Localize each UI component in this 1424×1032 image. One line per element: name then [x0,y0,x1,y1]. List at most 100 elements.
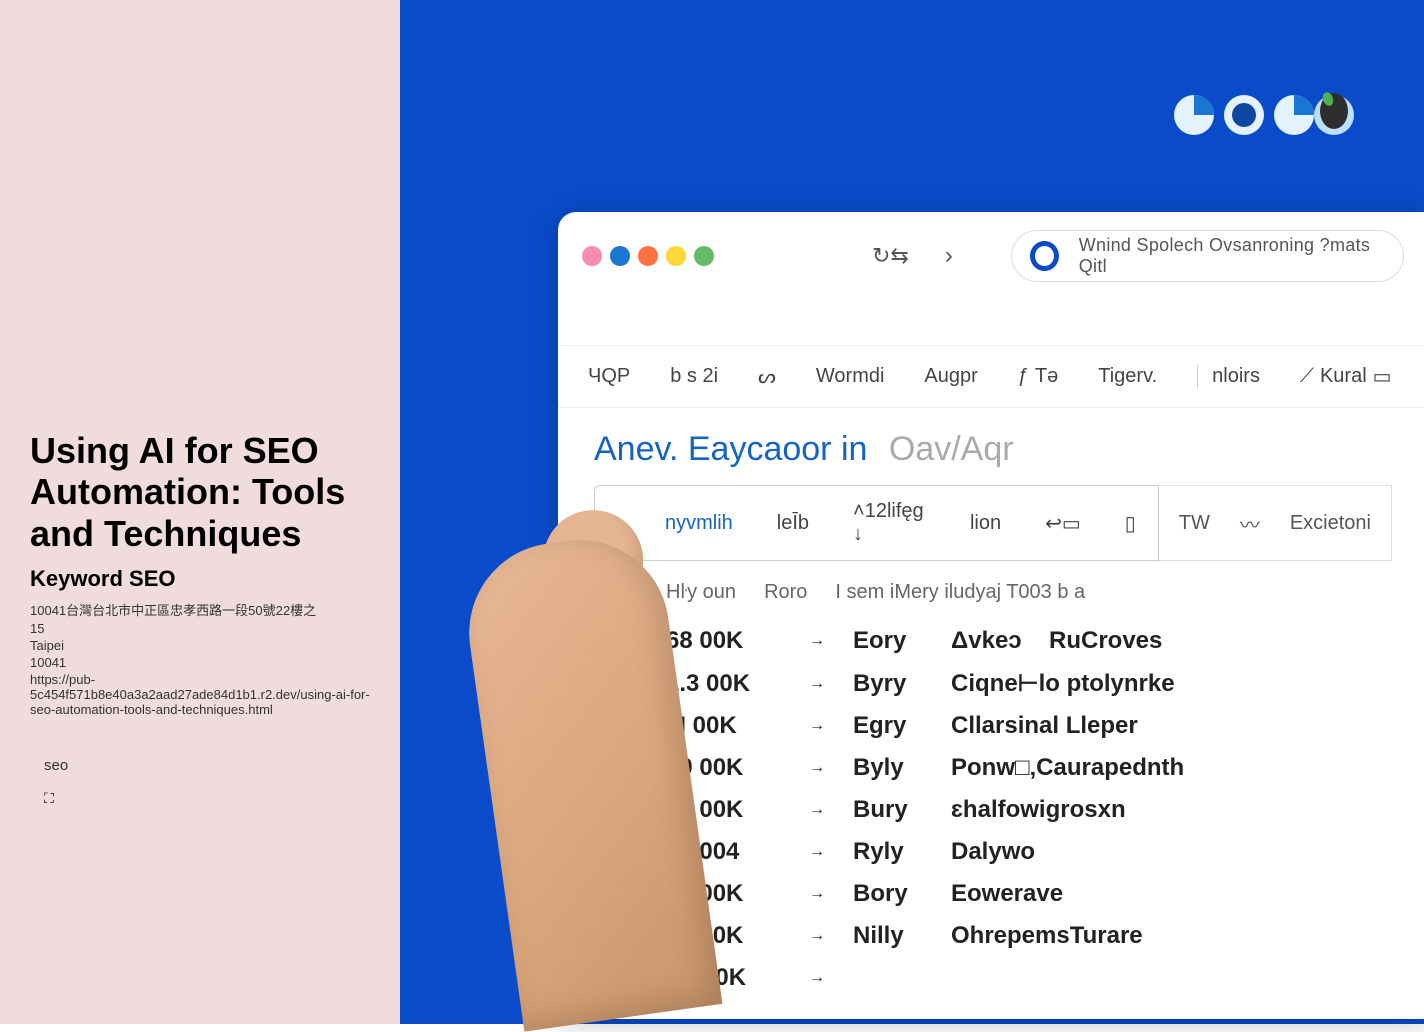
filter-main: nyvmlih leĪb ˄12lifęg ↓ lion ↩▭ ▯ [594,485,1159,561]
table-row[interactable]: 8I 00K → Egry Cllarsinal Lleper [666,705,1392,747]
arrow-icon: → [809,969,825,987]
filter-aside: TW 〰 Excietoni [1159,485,1392,561]
heading-secondary: Oav/Aqr [889,430,1014,468]
arrow-icon: → [809,801,825,819]
row-count: 80 00K [666,754,781,782]
address-line-1: 10041台灣台北市中正區忠孝西路一段50號22樓之 [30,600,370,619]
row-count: 80 00K [666,922,781,950]
dot-icon [582,246,602,266]
row-mid: Nilly [853,922,923,950]
traffic-lights [582,246,714,266]
heading-primary: Anev. Еaycaoor in [594,430,867,468]
table-header: Hŀy oun Roro I sem iMery iludyaj T003 b … [558,571,1424,614]
page-title: Using AI for SEO Automation: Tools and T… [30,430,370,554]
arrow-icon: → [809,759,825,777]
expand-icon[interactable]: ⛶ [44,790,370,807]
table-row[interactable]: 80 00K → Nilly OhrepemsTurare [666,915,1392,957]
arrow-icon: → [809,927,825,945]
filter-tw[interactable]: TW [1179,512,1210,535]
filter-segment[interactable]: leĪb [755,498,831,549]
data-list: 68 00K → Eory Δvkeɔ RuCroves 1.3 00K → Byry Ciqn… [558,614,1424,1019]
table-row[interactable]: 8E 00K → [666,957,1392,999]
row-mid: Egry [853,712,923,740]
arrow-icon: → [809,885,825,903]
content-heading: Anev. Еaycaoor in Oav/Aqr [558,408,1424,481]
search-circle-icon [1030,241,1059,271]
tabs-row: ЧQP b s 2i ᔕ Wormdi Augpr ƒ Tə Tigerv. n… [558,346,1424,408]
tab-item[interactable]: Augpr [924,365,977,388]
left-sidebar: Using AI for SEO Automation: Tools and T… [0,0,400,1024]
dot-icon [666,246,686,266]
row-desc: Ciqne⊢lo ptolynrke [951,669,1175,698]
table-row[interactable]: 68 00K → Eory Δvkeɔ RuCroves [666,620,1392,662]
filter-segment[interactable]: nyvmlih [595,498,755,549]
filter-segment-icon[interactable]: ▯ [1103,497,1158,550]
address-zip: 10041 [30,655,370,670]
row-mid: Ryly [853,838,923,866]
filter-bar: nyvmlih leĪb ˄12lifęg ↓ lion ↩▭ ▯ TW 〰 E… [594,485,1392,561]
row-count: 68 00K [666,627,781,655]
table-row[interactable]: 80 00K → Byly Ponw□‚Caurapednth [666,747,1392,789]
row-desc: OhrepemsTurare [951,922,1143,950]
row-count: 1.3 00K [666,670,781,698]
col-header: Roro [764,581,807,604]
address-city: Taipei [30,638,370,653]
row-mid: Byly [853,754,923,782]
filter-segment[interactable]: ˄12lifęg ↓ [831,486,948,560]
col-header: Hŀy oun [666,581,736,604]
filter-segment-icon[interactable]: ↩▭ [1023,497,1103,550]
tab-item[interactable]: Wormdi [816,365,885,388]
arrow-icon: → [809,843,825,861]
dot-icon [610,246,630,266]
col-header: I sem iMery iludyaj T003 b a [835,581,1085,604]
tab-item[interactable]: ЧQP [588,365,630,388]
table-row[interactable]: 32 00K → Bury ɛhalfowigrosxn [666,789,1392,831]
filter-exciton[interactable]: Excietoni [1290,512,1371,535]
row-mid: Eory [853,627,923,655]
table-row[interactable]: 1.3 00K → Byry Ciqne⊢lo ptolynrke [666,662,1392,705]
browser-window: ↻⇆ › Wnind Spolech Ovsanroning ?mats Qit… [558,212,1424,1019]
row-desc: RuCroves [1049,627,1162,655]
arrow-icon: → [809,717,825,735]
reload-icon[interactable]: ↻⇆ [872,243,909,269]
tab-item[interactable]: nloirs [1197,365,1260,388]
source-url: https://pub-5c454f571b8e40a3a2aad27ade84… [30,672,370,717]
row-desc: Eowerave [951,880,1063,908]
seo-chip[interactable]: seo [30,749,82,782]
table-row[interactable]: 17 004 → Ryly Dalywo [666,831,1392,873]
row-desc: Dalywo [951,838,1035,866]
arrow-icon: → [809,632,825,650]
row-count: 8E 00K [666,964,781,992]
spacer [558,300,1424,346]
logo-icon [1164,85,1364,145]
row-count: 8I 00K [666,712,781,740]
search-text: Wnind Spolech Ovsanroning ?mats Qitl [1079,235,1385,277]
dot-icon [638,246,658,266]
filter-segment[interactable]: lion [948,498,1023,549]
row-desc: Cllarsinal Lleper [951,712,1138,740]
address-line-2: 15 [30,621,370,636]
row-count: 32 00K [666,796,781,824]
logo-row [1164,85,1364,145]
row-mid: Bury [853,796,923,824]
row-mid: Bory [853,880,923,908]
row-mid2: Δvkeɔ [951,627,1021,655]
tab-item[interactable]: ⟋ Kural ▭ [1300,364,1392,389]
chevron-right-icon[interactable]: › [945,242,953,270]
row-desc: ɛhalfowigrosxn [951,796,1126,824]
page-subtitle: Keyword SEO [30,566,370,592]
tab-item[interactable]: b s 2i [670,365,718,388]
titlebar: ↻⇆ › Wnind Spolech Ovsanroning ?mats Qit… [558,212,1424,300]
table-row[interactable]: 32 00K → Bory Eowerave [666,873,1392,915]
row-desc: Ponw□‚Caurapednth [951,754,1184,782]
tab-icon[interactable]: ᔕ [758,364,776,389]
row-count: 17 004 [666,838,781,866]
row-count: 32 00K [666,880,781,908]
arrow-icon: → [809,675,825,693]
tab-item[interactable]: Tigerv. [1098,365,1157,388]
tab-item[interactable]: ƒ Tə [1018,365,1058,388]
row-mid: Byry [853,670,923,698]
dot-icon [694,246,714,266]
search-bar[interactable]: Wnind Spolech Ovsanroning ?mats Qitl [1011,230,1404,282]
filter-icon[interactable]: 〰 [1240,509,1260,538]
